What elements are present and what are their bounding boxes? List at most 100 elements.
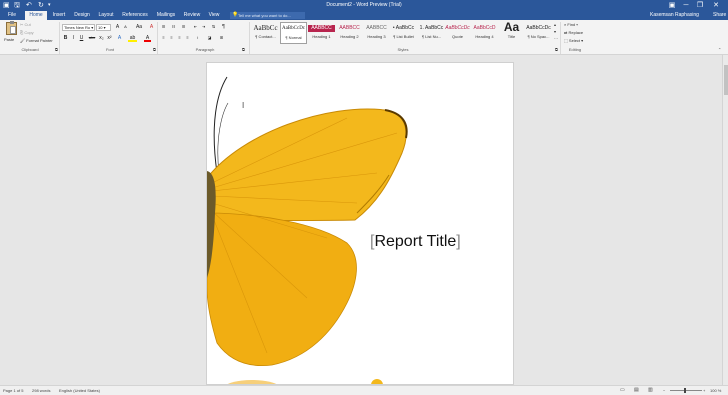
font-launcher-icon[interactable]: ⧉	[153, 47, 156, 52]
sort-button[interactable]: ⇅	[210, 24, 217, 31]
tell-me-placeholder: Tell me what you want to do...	[238, 13, 291, 18]
numbering-button[interactable]: ☷	[170, 24, 177, 31]
report-title-placeholder[interactable]: [Report Title]	[370, 233, 461, 251]
grow-font-button[interactable]: A	[114, 24, 121, 31]
style-contact[interactable]: AaBbCc ¶ Contact...	[252, 22, 279, 44]
styles-scroll-down-icon[interactable]: ▾	[554, 29, 556, 34]
highlight-button[interactable]: ab	[128, 35, 137, 42]
superscript-button[interactable]: x²	[106, 35, 113, 42]
tab-view[interactable]: View	[205, 11, 223, 20]
restore-button[interactable]: ❐	[694, 1, 706, 10]
zoom-slider[interactable]	[670, 390, 702, 391]
decrease-indent-button[interactable]: ⇤	[192, 24, 199, 31]
style-heading-4[interactable]: AaBbCcD Heading 4	[471, 22, 498, 44]
replace-button[interactable]: ⇄ Replace	[564, 30, 583, 35]
tab-layout[interactable]: Layout	[95, 11, 117, 20]
tab-review[interactable]: Review	[181, 11, 203, 20]
styles-more-icon[interactable]: ⋯	[554, 36, 558, 41]
style-normal[interactable]: AaBbCcDc ¶ Normal	[280, 22, 307, 44]
select-label: Select	[568, 38, 581, 43]
style-heading-2[interactable]: AABBCC Heading 2	[336, 22, 363, 44]
paintbrush-icon: 🖌	[20, 38, 26, 43]
styles-launcher-icon[interactable]: ⧉	[555, 47, 558, 52]
bold-button[interactable]: B	[62, 35, 69, 42]
style-name: Quote	[452, 34, 463, 39]
style-preview: Aa	[503, 22, 520, 34]
align-center-button[interactable]: ≡	[168, 35, 175, 42]
copy-icon: ⎘	[20, 30, 24, 35]
change-case-button[interactable]: Aa	[134, 24, 144, 31]
increase-indent-button[interactable]: ⇥	[200, 24, 207, 31]
find-button[interactable]: ⌕ Find ▾	[564, 22, 578, 27]
justify-button[interactable]: ≡	[184, 35, 191, 42]
close-button[interactable]: ✕	[710, 1, 722, 10]
zoom-out-button[interactable]: −	[663, 388, 665, 393]
butterfly-image[interactable]	[207, 63, 514, 385]
style-heading-3[interactable]: AABBCC Heading 3	[363, 22, 390, 44]
align-left-button[interactable]: ≡	[160, 35, 167, 42]
find-label: Find	[567, 22, 576, 27]
style-list-bullet[interactable]: • AaBbCc ¶ List Bullet	[390, 22, 417, 44]
replace-label: Replace	[568, 30, 584, 35]
format-painter-button[interactable]: 🖌 Format Painter	[20, 38, 53, 43]
font-name-select[interactable]: Times New Ro ▾	[62, 24, 95, 31]
multilevel-list-button[interactable]: ☰	[180, 24, 187, 31]
font-name-value: Times New Ro	[64, 25, 91, 30]
read-mode-icon[interactable]: ▭	[620, 387, 625, 393]
shading-button[interactable]: ◪	[206, 35, 213, 42]
vertical-scrollbar[interactable]	[722, 55, 728, 385]
style-title[interactable]: Aa Title	[498, 22, 525, 44]
minimize-button[interactable]: ─	[680, 1, 692, 10]
styles-scroll-up-icon[interactable]: ▴	[554, 22, 556, 27]
user-name[interactable]: Kasemsan Raphasing	[650, 11, 699, 20]
print-layout-icon[interactable]: ▤	[634, 387, 639, 393]
bullets-button[interactable]: ☰	[160, 24, 167, 31]
style-heading-1[interactable]: AABBCC Heading 1	[308, 22, 335, 44]
paste-button[interactable]: Paste	[4, 21, 18, 44]
tab-insert[interactable]: Insert	[49, 11, 69, 20]
underline-button[interactable]: U	[78, 35, 85, 42]
document-title: Document2 - Word Preview (Trial)	[326, 2, 402, 8]
copy-button[interactable]: ⎘ Copy	[20, 30, 34, 35]
zoom-level[interactable]: 100 %	[710, 388, 721, 393]
scrollbar-thumb[interactable]	[724, 65, 728, 95]
tell-me-search[interactable]: 💡 Tell me what you want to do...	[230, 12, 305, 19]
style-quote[interactable]: AaBbCcDc Quote	[444, 22, 471, 44]
paragraph-launcher-icon[interactable]: ⧉	[242, 47, 245, 52]
tab-mailings[interactable]: Mailings	[153, 11, 179, 20]
word-count[interactable]: 298 words	[32, 388, 50, 393]
tab-file[interactable]: File	[4, 11, 20, 20]
show-formatting-button[interactable]: ¶	[220, 24, 227, 31]
style-list-number[interactable]: 1. AaBbCc ¶ List Nu...	[418, 22, 445, 44]
cut-button[interactable]: ✂ Cut	[20, 22, 31, 27]
clipboard-launcher-icon[interactable]: ⧉	[55, 47, 58, 52]
ribbon-display-options-button[interactable]: ▣	[666, 1, 678, 10]
font-size-select[interactable]: 10 ▾	[96, 24, 111, 31]
zoom-in-button[interactable]: +	[703, 388, 705, 393]
collapse-ribbon-icon[interactable]: ⌃	[718, 47, 721, 52]
tab-references[interactable]: References	[119, 11, 151, 20]
line-spacing-button[interactable]: ↕	[194, 35, 201, 42]
style-name: ¶ List Bullet	[393, 34, 414, 39]
strikethrough-button[interactable]: abc	[87, 35, 97, 42]
tab-home[interactable]: Home	[25, 11, 47, 20]
zoom-slider-thumb[interactable]	[684, 388, 686, 393]
tab-design[interactable]: Design	[71, 11, 93, 20]
ribbon-tabs: File Home Insert Design Layout Reference…	[0, 11, 728, 20]
shrink-font-button[interactable]: A	[122, 24, 129, 31]
italic-button[interactable]: I	[70, 35, 77, 42]
borders-button[interactable]: ⊞	[218, 35, 225, 42]
subscript-button[interactable]: x₂	[98, 35, 105, 42]
font-color-button[interactable]: A	[144, 35, 151, 42]
web-layout-icon[interactable]: ▥	[648, 387, 653, 393]
page-count[interactable]: Page 1 of 5	[3, 388, 23, 393]
text-effects-button[interactable]: A	[116, 35, 123, 42]
style-no-spacing[interactable]: AaBbCcDc ¶ No Spac...	[525, 22, 552, 44]
clear-formatting-button[interactable]: A	[148, 24, 155, 31]
replace-icon: ⇄	[564, 30, 568, 35]
share-button[interactable]: Share	[713, 11, 726, 20]
select-button[interactable]: ⬚ Select ▾	[564, 38, 583, 43]
document-page[interactable]: I [Report Title]	[206, 62, 514, 385]
language-status[interactable]: English (United States)	[59, 388, 100, 393]
align-right-button[interactable]: ≡	[176, 35, 183, 42]
